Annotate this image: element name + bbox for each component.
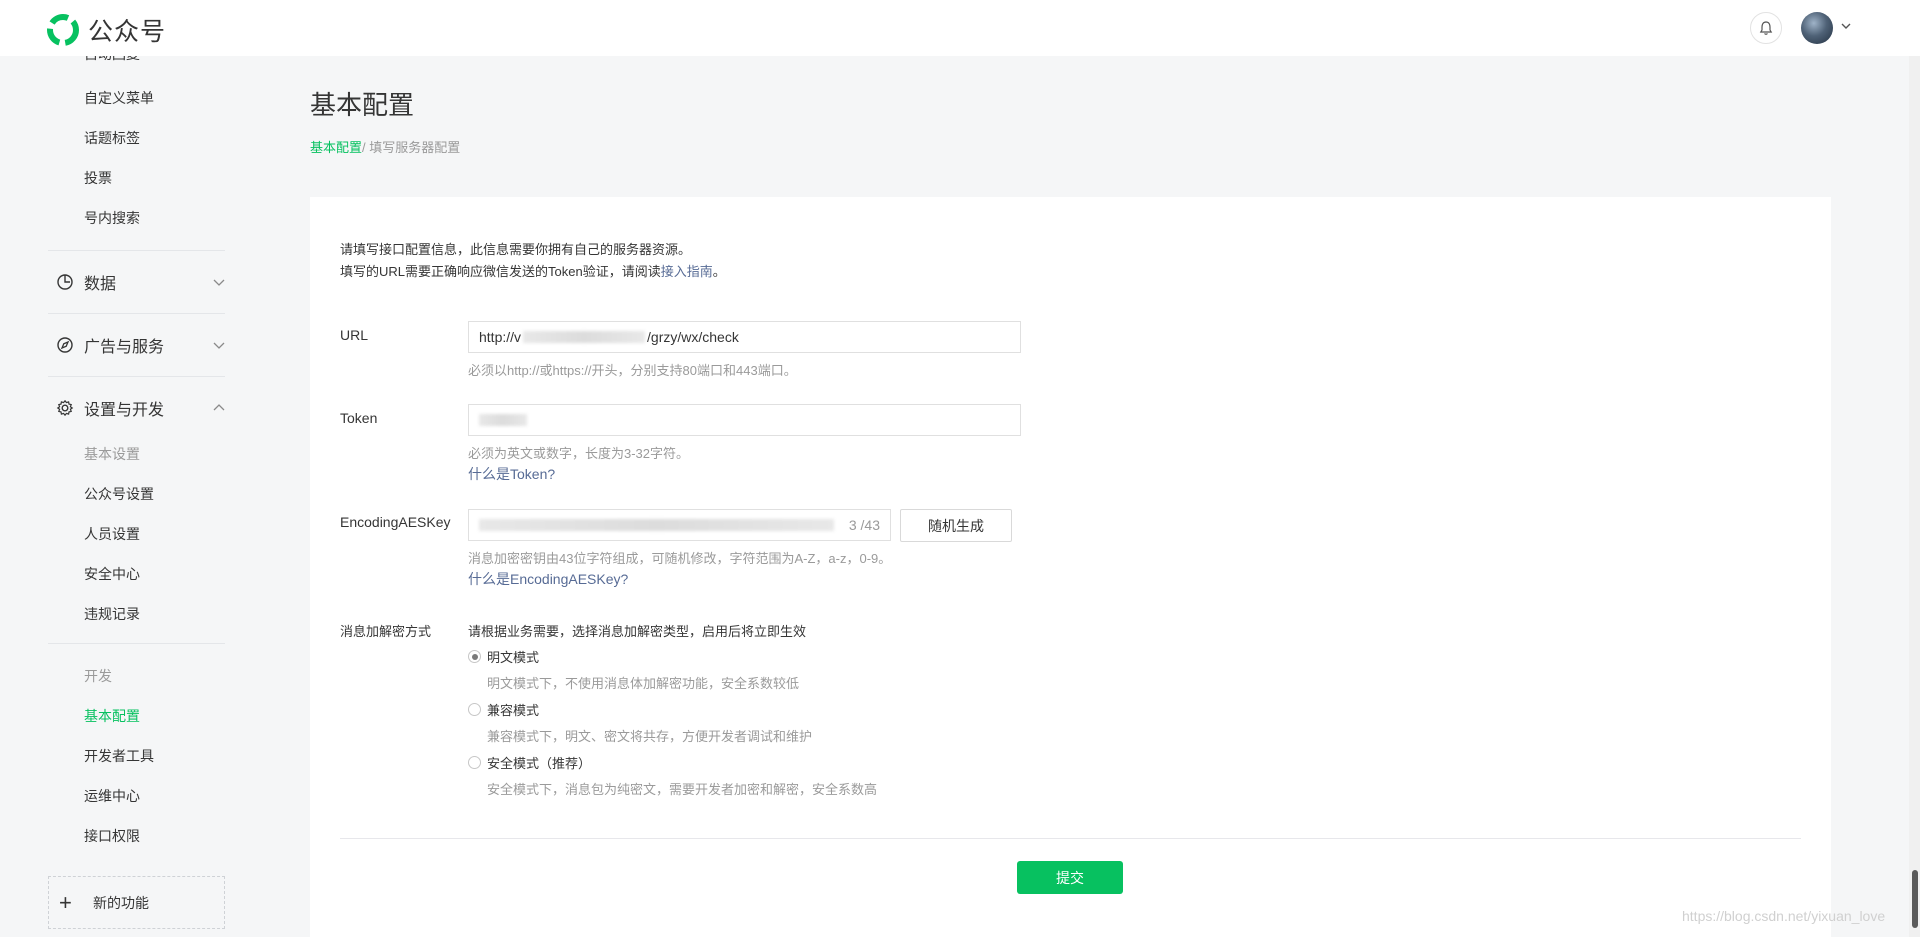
sidebar-item-basic-config[interactable]: 基本配置	[84, 706, 140, 726]
sidebar-divider	[48, 376, 225, 377]
encryption-intro: 请根据业务需要，选择消息加解密类型，启用后将立即生效	[468, 624, 807, 639]
sidebar-group-label: 广告与服务	[84, 339, 165, 356]
new-feature-button[interactable]: + 新的功能	[48, 876, 225, 929]
sidebar-section-dev: 开发	[84, 668, 112, 684]
radio-label: 安全模式（推荐）	[487, 756, 592, 771]
breadcrumb-current: / 填写服务器配置	[362, 140, 461, 155]
page-title: 基本配置	[310, 90, 415, 120]
radio-unchecked-icon[interactable]	[468, 756, 481, 769]
token-input[interactable]	[468, 404, 1021, 436]
sidebar-item-auto-reply[interactable]: 自动回复	[84, 56, 140, 64]
radio-plaintext-desc: 明文模式下，不使用消息体加解密功能，安全系数较低	[487, 676, 800, 691]
breadcrumb-link[interactable]: 基本配置	[310, 140, 362, 155]
radio-plaintext[interactable]: 明文模式	[468, 647, 539, 666]
token-hint: 必须为英文或数字，长度为3-32字符。	[468, 446, 690, 461]
sidebar-group-label: 设置与开发	[84, 402, 165, 419]
sidebar: 自动回复 自定义菜单 话题标签 投票 号内搜索 数据 广告与服务 设置与开发 基…	[0, 56, 250, 937]
notification-button[interactable]	[1750, 12, 1782, 44]
gear-icon	[56, 399, 74, 417]
intro-line-2-suffix: 。	[712, 264, 726, 279]
submit-button[interactable]: 提交	[1017, 861, 1123, 894]
encryption-label: 消息加解密方式	[340, 624, 432, 639]
aeskey-input[interactable]: 3 /43	[468, 509, 891, 541]
redacted-text	[479, 414, 527, 426]
chevron-down-icon	[213, 279, 225, 286]
wechat-official-logo-icon	[47, 14, 79, 46]
sidebar-item-custom-menu[interactable]: 自定义菜单	[84, 88, 154, 108]
compass-icon	[57, 337, 73, 353]
sidebar-item-search[interactable]: 号内搜索	[84, 208, 140, 228]
url-label: URL	[340, 327, 369, 343]
intro-text: 请填写接口配置信息，此信息需要你拥有自己的服务器资源。 填写的URL需要正确响应…	[340, 239, 726, 283]
bell-icon	[1759, 21, 1773, 35]
app-logo[interactable]: 公众号	[46, 12, 166, 48]
radio-compatible[interactable]: 兼容模式	[468, 700, 539, 719]
sidebar-group-ads[interactable]: 广告与服务	[56, 333, 226, 357]
sidebar-group-data[interactable]: 数据	[56, 270, 226, 294]
sidebar-divider	[48, 643, 225, 644]
watermark: https://blog.csdn.net/yixuan_love	[1682, 908, 1886, 924]
radio-secure-desc: 安全模式下，消息包为纯密文，需要开发者加密和解密，安全系数高	[487, 782, 878, 797]
sidebar-item-vote[interactable]: 投票	[84, 168, 112, 188]
new-feature-label: 新的功能	[93, 894, 149, 911]
sidebar-item-security-center[interactable]: 安全中心	[84, 564, 140, 584]
url-value-suffix: /grzy/wx/check	[647, 329, 739, 345]
aeskey-label: EncodingAESKey	[340, 514, 451, 530]
pie-chart-icon	[57, 274, 73, 290]
sidebar-group-label: 数据	[84, 276, 117, 293]
what-is-token-link[interactable]: 什么是Token?	[468, 464, 555, 484]
breadcrumb: 基本配置/ 填写服务器配置	[310, 137, 460, 156]
aeskey-hint: 消息加密密钥由43位字符组成，可随机修改，字符范围为A-Z，a-z，0-9。	[468, 551, 892, 566]
sidebar-section-basic-settings: 基本设置	[84, 446, 140, 462]
plus-icon: +	[59, 889, 72, 915]
radio-label: 明文模式	[487, 650, 540, 665]
url-hint: 必须以http://或https://开头，分别支持80端口和443端口。	[468, 363, 797, 378]
intro-line-2-prefix: 填写的URL需要正确响应微信发送的Token验证，请阅读	[340, 264, 661, 279]
scrollbar-thumb[interactable]	[1912, 870, 1918, 928]
card-divider	[340, 838, 1801, 839]
access-guide-link[interactable]: 接入指南	[661, 264, 713, 279]
sidebar-item-account-settings[interactable]: 公众号设置	[84, 484, 154, 504]
radio-compatible-desc: 兼容模式下，明文、密文将共存，方便开发者调试和维护	[487, 729, 813, 744]
top-bar: 公众号	[0, 0, 1920, 56]
sidebar-item-topic-tags[interactable]: 话题标签	[84, 128, 140, 148]
what-is-aeskey-link[interactable]: 什么是EncodingAESKey?	[468, 569, 628, 589]
sidebar-item-ops-center[interactable]: 运维中心	[84, 786, 140, 806]
scrollbar-track[interactable]	[1909, 56, 1920, 937]
radio-secure[interactable]: 安全模式（推荐）	[468, 753, 591, 772]
chevron-down-icon[interactable]	[1840, 20, 1852, 32]
sidebar-item-api-permissions[interactable]: 接口权限	[84, 826, 140, 846]
random-generate-button[interactable]: 随机生成	[900, 509, 1012, 542]
token-label: Token	[340, 410, 378, 426]
sidebar-item-member-settings[interactable]: 人员设置	[84, 524, 140, 544]
intro-line-1: 请填写接口配置信息，此信息需要你拥有自己的服务器资源。	[340, 242, 692, 257]
url-value-prefix: http://v	[479, 329, 522, 345]
redacted-text	[523, 331, 646, 343]
radio-label: 兼容模式	[487, 703, 540, 718]
radio-checked-icon[interactable]	[468, 650, 481, 663]
app-name: 公众号	[88, 18, 167, 46]
avatar[interactable]	[1801, 12, 1833, 44]
aeskey-counter: 3 /43	[848, 517, 880, 533]
sidebar-group-settings[interactable]: 设置与开发	[56, 396, 226, 420]
sidebar-divider	[48, 313, 225, 314]
sidebar-item-violation-records[interactable]: 违规记录	[84, 604, 140, 624]
url-input[interactable]: http://v /grzy/wx/check	[468, 321, 1021, 353]
radio-unchecked-icon[interactable]	[468, 703, 481, 716]
sidebar-divider	[48, 250, 225, 251]
config-card: 请填写接口配置信息，此信息需要你拥有自己的服务器资源。 填写的URL需要正确响应…	[310, 197, 1831, 937]
redacted-text	[479, 519, 834, 531]
sidebar-item-dev-tools[interactable]: 开发者工具	[84, 746, 154, 766]
chevron-down-icon	[213, 342, 225, 349]
intro-line-2: 填写的URL需要正确响应微信发送的Token验证，请阅读接入指南。	[340, 261, 726, 283]
chevron-up-icon	[213, 404, 225, 411]
